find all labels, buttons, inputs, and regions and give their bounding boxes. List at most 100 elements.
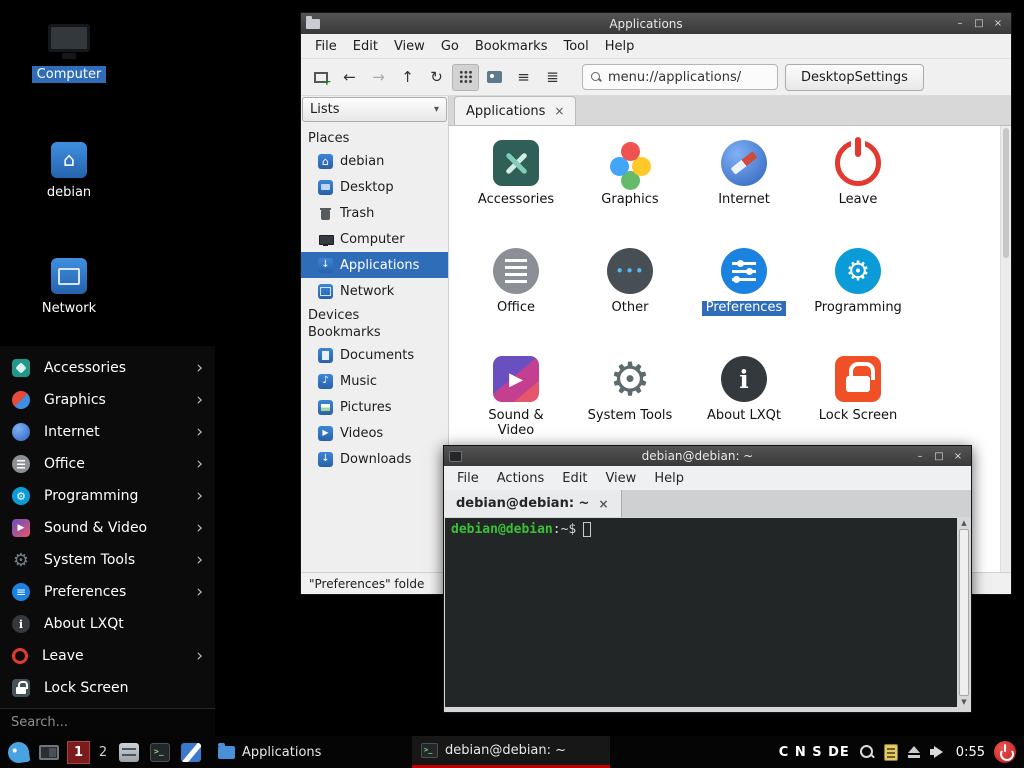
desktop-icon-debian[interactable]: ⌂ debian	[27, 138, 111, 201]
thumbnail-view-button[interactable]	[481, 64, 508, 91]
magnifier-icon[interactable]	[859, 744, 875, 760]
desktop-pager-button[interactable]	[36, 739, 62, 765]
desktop-settings-button[interactable]: DesktopSettings	[785, 64, 924, 91]
detailed-view-button[interactable]: ≣	[539, 64, 566, 91]
app-programming[interactable]: Programming	[801, 246, 915, 354]
fm-titlebar[interactable]: Applications – □ ×	[301, 13, 1011, 34]
menu-item-label: About LXQt	[44, 616, 124, 632]
tab-close-icon[interactable]: ×	[554, 104, 564, 118]
forward-button[interactable]: →	[365, 64, 392, 91]
terminal-titlebar[interactable]: debian@debian: ~ – □ ×	[444, 446, 971, 466]
minimize-icon[interactable]: –	[912, 449, 928, 464]
task-applications[interactable]: Applications	[209, 737, 407, 767]
menu-file[interactable]: File	[448, 469, 488, 488]
menu-help[interactable]: Help	[645, 469, 693, 488]
app-internet[interactable]: Internet	[687, 138, 801, 246]
menu-item-graphics[interactable]: Graphics›	[0, 384, 215, 416]
computer-icon	[48, 20, 90, 64]
menu-item-accessories[interactable]: Accessories›	[0, 352, 215, 384]
network-icon	[318, 284, 333, 299]
menu-actions[interactable]: Actions	[488, 469, 554, 488]
path-bar[interactable]: menu://applications/	[582, 64, 778, 90]
workspace-2-button[interactable]: 2	[95, 745, 111, 760]
tab-applications[interactable]: Applications ×	[454, 96, 576, 125]
menu-item-preferences[interactable]: Preferences›	[0, 576, 215, 608]
keyboard-layout-indicator[interactable]: C N S DE	[779, 745, 850, 760]
sidebar-item-documents[interactable]: Documents	[301, 342, 448, 368]
menu-item-system-tools[interactable]: System Tools›	[0, 544, 215, 576]
maximize-icon[interactable]: □	[971, 16, 987, 31]
app-accessories[interactable]: Accessories	[459, 138, 573, 246]
task-label: Applications	[242, 745, 321, 760]
sidebar-item-music[interactable]: Music	[301, 368, 448, 394]
menu-item-sound-video[interactable]: Sound & Video›	[0, 512, 215, 544]
clock[interactable]: 0:55	[956, 745, 985, 760]
minimize-icon[interactable]: –	[952, 16, 968, 31]
quicklaunch-text-editor[interactable]	[178, 739, 204, 765]
menu-item-leave[interactable]: Leave›	[0, 640, 215, 672]
sidebar-item-desktop[interactable]: Desktop	[301, 174, 448, 200]
menu-edit[interactable]: Edit	[345, 37, 386, 56]
compact-view-button[interactable]: ≡	[510, 64, 537, 91]
sidebar-item-videos[interactable]: Videos	[301, 420, 448, 446]
menu-view[interactable]: View	[596, 469, 645, 488]
app-leave[interactable]: Leave	[801, 138, 915, 246]
sidebar-item-downloads[interactable]: Downloads	[301, 446, 448, 472]
menu-item-internet[interactable]: Internet›	[0, 416, 215, 448]
sidebar-item-network[interactable]: Network	[301, 278, 448, 304]
back-button[interactable]: ←	[336, 64, 363, 91]
app-other[interactable]: Other	[573, 246, 687, 354]
menu-item-office[interactable]: Office›	[0, 448, 215, 480]
menu-item-programming[interactable]: Programming›	[0, 480, 215, 512]
sidebar-item-trash[interactable]: Trash	[301, 200, 448, 226]
power-button[interactable]	[994, 741, 1016, 763]
scrollbar-thumb[interactable]	[959, 529, 969, 696]
desktop-icon-network[interactable]: Network	[27, 254, 111, 317]
terminal-scrollbar[interactable]: ▲ ▼	[957, 518, 971, 707]
close-icon[interactable]: ×	[990, 16, 1006, 31]
menu-edit[interactable]: Edit	[553, 469, 596, 488]
scroll-down-icon[interactable]: ▼	[961, 698, 966, 706]
volume-icon[interactable]	[930, 744, 947, 760]
close-icon[interactable]: ×	[950, 449, 966, 464]
new-tab-button[interactable]	[307, 64, 334, 91]
menu-tool[interactable]: Tool	[555, 37, 596, 56]
task-terminal[interactable]: debian@debian: ~	[412, 736, 610, 768]
terminal-output[interactable]: debian@debian:~$	[445, 518, 957, 707]
menu-file[interactable]: File	[307, 37, 345, 56]
quicklaunch-file-manager[interactable]	[116, 739, 142, 765]
menu-view[interactable]: View	[386, 37, 433, 56]
vertical-scrollbar[interactable]	[1000, 126, 1011, 572]
icon-view-button[interactable]	[452, 64, 479, 91]
app-office[interactable]: Office	[459, 246, 573, 354]
sidebar-item-applications[interactable]: Applications	[301, 252, 448, 278]
menu-bookmarks[interactable]: Bookmarks	[467, 37, 556, 56]
menu-item-lock-screen[interactable]: Lock Screen	[0, 672, 215, 704]
menu-help[interactable]: Help	[597, 37, 643, 56]
lists-dropdown[interactable]: Lists ▾	[302, 97, 447, 122]
reload-button[interactable]: ↻	[423, 64, 450, 91]
menu-go[interactable]: Go	[433, 37, 467, 56]
scroll-up-icon[interactable]: ▲	[961, 519, 966, 527]
maximize-icon[interactable]: □	[931, 449, 947, 464]
fm-tabbar: Applications ×	[449, 96, 1011, 126]
app-preferences[interactable]: Preferences	[687, 246, 801, 354]
terminal-tab[interactable]: debian@debian: ~ ×	[444, 490, 622, 517]
tab-close-icon[interactable]: ×	[598, 497, 608, 511]
quicklaunch-terminal[interactable]	[147, 739, 173, 765]
sidebar-item-computer[interactable]: Computer	[301, 226, 448, 252]
app-graphics[interactable]: Graphics	[573, 138, 687, 246]
up-button[interactable]: ↑	[394, 64, 421, 91]
eject-icon[interactable]	[907, 745, 921, 760]
menu-item-label: Leave	[42, 648, 84, 664]
workspace-1-button[interactable]: 1	[67, 741, 90, 764]
clipboard-icon[interactable]	[884, 744, 898, 761]
sidebar-item-debian[interactable]: debian	[301, 148, 448, 174]
start-menu-search-input[interactable]: Search...	[0, 708, 215, 736]
desktop-icon-computer[interactable]: Computer	[27, 20, 111, 83]
menu-item-about-lxqt[interactable]: About LXQt	[0, 608, 215, 640]
system-tray: C N S DE 0:55	[779, 741, 1019, 763]
documents-icon	[318, 348, 333, 363]
sidebar-item-pictures[interactable]: Pictures	[301, 394, 448, 420]
start-menu-button[interactable]	[5, 739, 31, 765]
